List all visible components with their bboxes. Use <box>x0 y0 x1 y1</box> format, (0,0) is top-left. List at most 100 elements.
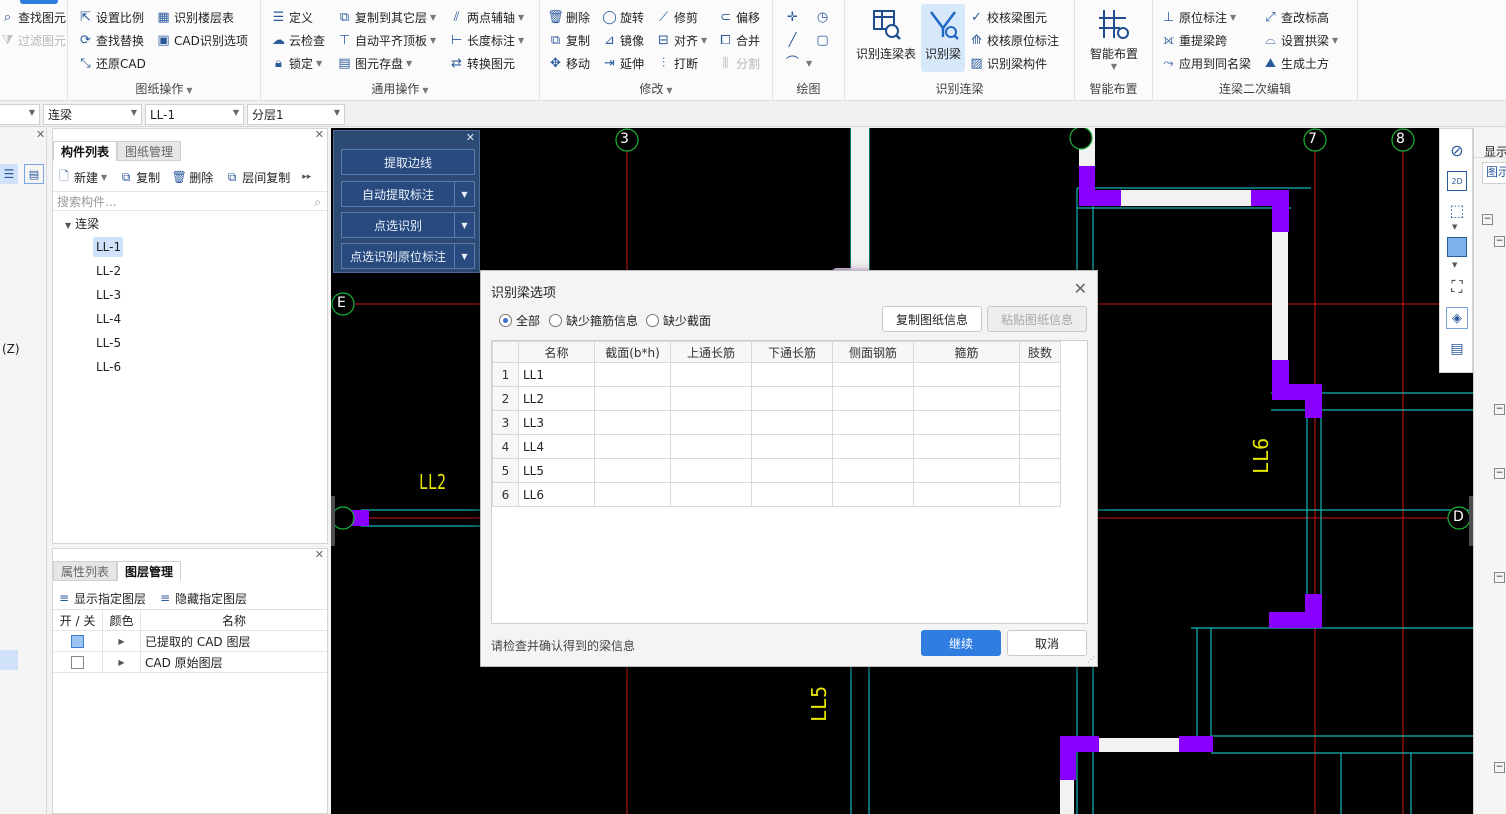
list-view-icon[interactable]: ☰ <box>0 164 18 184</box>
chevron-down-icon[interactable]: ▼ <box>1452 261 1457 269</box>
chevron-down-icon[interactable]: ▼ <box>1452 223 1457 231</box>
close-icon[interactable]: ✕ <box>36 128 45 141</box>
radio-indicator[interactable] <box>646 314 659 327</box>
collapse-icon[interactable]: − <box>1494 762 1505 773</box>
table-row[interactable]: 6 LL6 <box>492 482 1061 507</box>
beam-name-cell[interactable]: LL4 <box>518 434 595 459</box>
type-select[interactable]: 连梁 ▼ <box>43 104 142 125</box>
smart-layout-button[interactable]: 智能布置 ▼ <box>1079 4 1149 72</box>
define-button[interactable]: ☰ 定义 <box>271 7 313 27</box>
layer-checkbox[interactable] <box>71 634 84 648</box>
grid-cell[interactable] <box>1019 458 1061 483</box>
chevron-down-icon[interactable]: ▼ <box>454 182 474 206</box>
offset-button[interactable]: ⊂ 偏移 <box>718 7 760 27</box>
document-settings-icon[interactable]: ▤ <box>1447 341 1467 361</box>
grid-cell[interactable] <box>913 482 1020 507</box>
delete-component-button[interactable]: 🗑︎ 删除 <box>172 169 214 186</box>
rect-draw-button[interactable]: ▢ <box>815 30 833 50</box>
table-row[interactable]: 5 LL5 <box>492 458 1061 483</box>
point-draw-button[interactable]: ✛ <box>785 7 803 27</box>
delete-button[interactable]: 🗑︎ 删除 <box>547 7 590 27</box>
re-extract-span-button[interactable]: ⟗ 重提梁跨 <box>1161 30 1227 50</box>
floor-select[interactable]: 分层1 ▼ <box>247 104 345 125</box>
hide-layer-button[interactable]: ≡ 隐藏指定图层 <box>158 590 247 607</box>
continue-button[interactable]: 继续 <box>921 630 1001 656</box>
copy-drawing-info-button[interactable]: 复制图纸信息 <box>882 306 982 332</box>
selected-row-marker[interactable] <box>0 650 18 670</box>
tab-layer-manage[interactable]: 图层管理 <box>117 561 182 581</box>
auto-align-slab-button[interactable]: ⊤ 自动平齐顶板 ▼ <box>337 30 436 50</box>
grid-cell[interactable] <box>751 482 833 507</box>
copy-to-other-floor-button[interactable]: ⧉ 复制到其它层 ▼ <box>337 7 436 27</box>
line-draw-button[interactable]: ╱ <box>785 30 803 50</box>
grid-cell[interactable] <box>594 458 671 483</box>
table-row[interactable]: 3 LL3 <box>492 410 1061 435</box>
tree-item[interactable]: LL-6 <box>93 357 123 377</box>
solid-cube-icon[interactable] <box>1447 237 1467 257</box>
close-icon[interactable]: ✕ <box>1074 279 1087 298</box>
tab-property-list[interactable]: 属性列表 <box>53 561 118 581</box>
close-icon[interactable]: ✕ <box>315 548 324 561</box>
generate-earthwork-button[interactable]: ⛰︎ 生成土方 <box>1263 53 1329 73</box>
find-replace-button[interactable]: ⟳ 查找替换 <box>78 30 144 50</box>
resize-grip-icon[interactable]: ⋰ <box>1087 655 1095 664</box>
element-save-button[interactable]: ▤ 图元存盘 ▼ <box>337 53 412 73</box>
grid-cell[interactable] <box>832 362 914 387</box>
grid-cell[interactable] <box>832 434 914 459</box>
grid-cell[interactable] <box>1019 410 1061 435</box>
grid-cell[interactable] <box>594 482 671 507</box>
grid-cell[interactable] <box>1019 482 1061 507</box>
cancel-button[interactable]: 取消 <box>1007 630 1087 656</box>
cube-icon[interactable]: ⬚ <box>1447 201 1467 221</box>
grid-cell[interactable] <box>751 410 833 435</box>
group-title-modify[interactable]: 修改 ▼ <box>540 80 772 97</box>
radio-indicator[interactable] <box>549 314 562 327</box>
grid-cell[interactable] <box>832 410 914 435</box>
group-title-general-ops[interactable]: 通用操作 ▼ <box>261 80 539 97</box>
grid-cell[interactable] <box>832 458 914 483</box>
beam-name-cell[interactable]: LL6 <box>518 482 595 507</box>
restore-cad-button[interactable]: ⤡ 还原CAD <box>78 53 146 73</box>
extend-button[interactable]: ⇥ 延伸 <box>602 53 644 73</box>
expand-icon[interactable]: ▶ <box>103 651 141 673</box>
tree-item[interactable]: LL-5 <box>93 333 123 353</box>
category-select[interactable]: ▼ <box>0 104 40 125</box>
identify-beam-table-button[interactable]: 识别连梁表 <box>851 4 921 72</box>
find-element-button[interactable]: ⌕ 查找图元 <box>0 7 66 27</box>
cloud-check-button[interactable]: ☁ 云检查 <box>271 30 325 50</box>
copy-button[interactable]: ⧉ 复制 <box>548 30 590 50</box>
grid-cell[interactable] <box>594 362 671 387</box>
grid-cell[interactable] <box>913 362 1020 387</box>
apply-same-beam-button[interactable]: ⤳ 应用到同名梁 <box>1161 53 1251 73</box>
new-button[interactable]: 🗋︎ 新建 ▼ <box>57 169 107 186</box>
convert-element-button[interactable]: ⇄ 转换图元 <box>449 53 515 73</box>
lock-button[interactable]: 🔒︎ 锁定 ▼ <box>271 53 322 73</box>
two-point-axis-button[interactable]: ⫽ 两点辅轴 ▼ <box>449 7 525 27</box>
radio-indicator[interactable] <box>499 314 512 327</box>
show-layer-button[interactable]: ≡ 显示指定图层 <box>57 590 146 607</box>
tab-component-list[interactable]: 构件列表 <box>53 141 118 161</box>
check-beam-element-button[interactable]: ✓ 校核梁图元 <box>969 7 1047 27</box>
tab-drawing-manage[interactable]: 图纸管理 <box>117 141 182 161</box>
identify-beam-component-button[interactable]: ▨ 识别梁构件 <box>969 53 1047 73</box>
tab-legend[interactable]: 图示 <box>1482 162 1506 184</box>
trim-button[interactable]: ⟋ 修剪 <box>656 7 698 27</box>
collapse-icon[interactable]: − <box>1494 236 1505 247</box>
grid-cell[interactable] <box>751 386 833 411</box>
collapse-icon[interactable]: − <box>1494 404 1505 415</box>
beam-name-cell[interactable]: LL1 <box>518 362 595 387</box>
grid-cell[interactable] <box>913 410 1020 435</box>
beam-name-cell[interactable]: LL2 <box>518 386 595 411</box>
radio-missing-section[interactable]: 缺少截面 <box>646 312 711 329</box>
origin-dim-button[interactable]: ⊥ 原位标注 ▼ <box>1161 7 1236 27</box>
close-icon[interactable]: ✕ <box>466 131 475 144</box>
identify-floor-table-button[interactable]: ▦ 识别楼层表 <box>156 7 234 27</box>
tree-item[interactable]: LL-3 <box>93 285 123 305</box>
merge-button[interactable]: ⧠ 合并 <box>718 30 760 50</box>
tree-root[interactable]: ▼ 连梁 <box>65 215 99 232</box>
grid-cell[interactable] <box>1019 434 1061 459</box>
grid-cell[interactable] <box>670 434 752 459</box>
grid-cell[interactable] <box>670 482 752 507</box>
grid-cell[interactable] <box>751 434 833 459</box>
grid-cell[interactable] <box>594 434 671 459</box>
